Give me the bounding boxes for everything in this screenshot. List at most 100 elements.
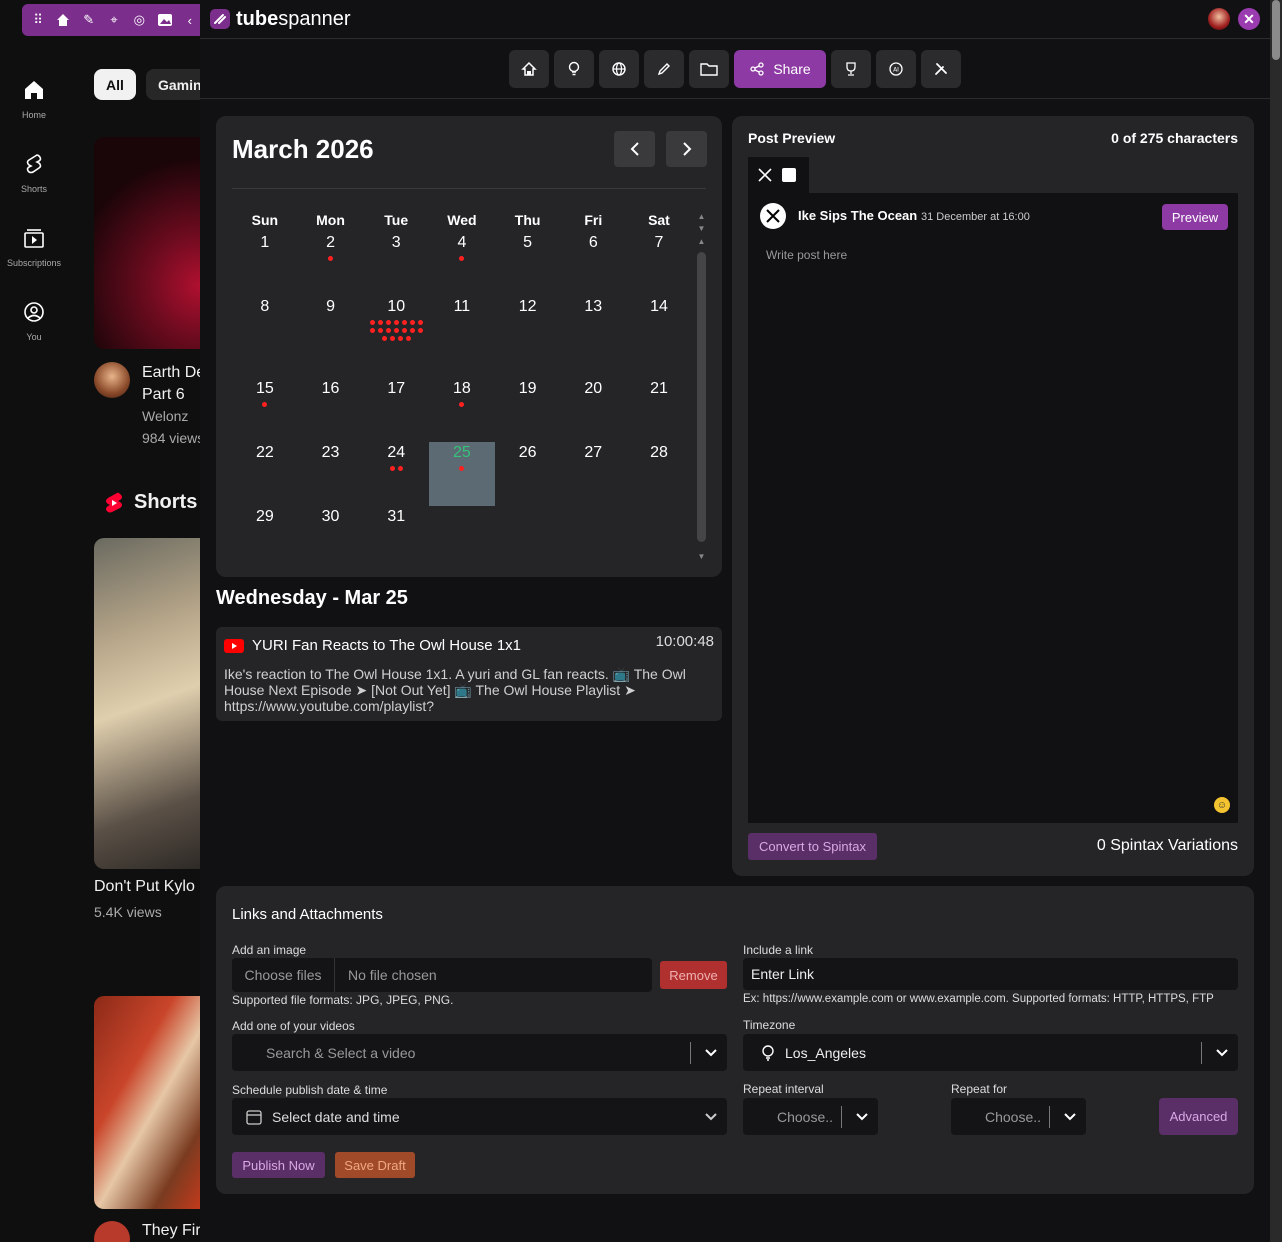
calendar-day[interactable]: 26 [495, 442, 561, 506]
image-icon[interactable] [154, 9, 174, 31]
link-input[interactable]: Enter Link [743, 958, 1238, 990]
calendar-day[interactable]: 12 [495, 296, 561, 378]
calendar-day[interactable]: 16 [298, 378, 364, 442]
nav-ai-button[interactable]: AI [876, 49, 916, 88]
calendar-day[interactable]: 14 [626, 296, 692, 378]
scheduled-event-card[interactable]: YURI Fan Reacts to The Owl House 1x1 10:… [216, 627, 722, 721]
calendar-day[interactable]: 17 [363, 378, 429, 442]
scroll-up-icon[interactable]: ▲ [697, 237, 706, 246]
calendar-day[interactable]: 1 [232, 232, 298, 296]
cursor-icon[interactable]: ⌖ [104, 9, 124, 31]
repeat-interval-select[interactable]: Choose.. [743, 1098, 878, 1135]
nav-share-button[interactable]: Share [734, 49, 826, 88]
schedule-datetime-select[interactable]: Select date and time [232, 1098, 727, 1135]
calendar-day[interactable]: 24 [363, 442, 429, 506]
day-number: 30 [321, 508, 340, 525]
chip-gaming[interactable]: Gamin [146, 69, 206, 100]
emoji-icon[interactable]: ☺ [1214, 797, 1230, 813]
user-avatar[interactable] [1208, 8, 1230, 30]
calendar-day[interactable]: 2 [298, 232, 364, 296]
save-draft-button[interactable]: Save Draft [335, 1152, 415, 1178]
calendar-day[interactable]: 10 [363, 296, 429, 378]
svg-text:AI: AI [893, 66, 899, 73]
calendar-scrollbar[interactable]: ▲ ▼ ▲ ▼ [697, 212, 706, 562]
calendar-day[interactable]: 21 [626, 378, 692, 442]
video-title-line: Earth De [142, 364, 202, 381]
calendar-day[interactable]: 4 [429, 232, 495, 296]
post-text-placeholder[interactable]: Write post here [766, 248, 847, 262]
timezone-select[interactable]: Los_Angeles [743, 1034, 1238, 1071]
calendar-next-button[interactable] [666, 131, 707, 167]
nav-folder-button[interactable] [689, 49, 729, 88]
post-editor[interactable]: Ike Sips The Ocean 31 December at 16:00 … [748, 193, 1238, 823]
calendar-day[interactable]: 8 [232, 296, 298, 378]
calendar-day[interactable]: 9 [298, 296, 364, 378]
channel-avatar[interactable] [94, 362, 130, 398]
calendar-day[interactable]: 22 [232, 442, 298, 506]
grid-icon[interactable]: ⠿ [28, 9, 48, 31]
sidebar-item-shorts[interactable]: Shorts [0, 146, 68, 220]
publish-now-button[interactable]: Publish Now [232, 1152, 325, 1178]
target-icon[interactable]: ◎ [129, 9, 149, 31]
calendar-day[interactable]: 27 [560, 442, 626, 506]
calendar-day[interactable]: 19 [495, 378, 561, 442]
video-select[interactable]: Search & Select a video [232, 1034, 727, 1071]
nav-tools-button[interactable] [921, 49, 961, 88]
platform-checkbox[interactable] [782, 168, 796, 182]
calendar-day[interactable]: 23 [298, 442, 364, 506]
calendar-prev-button[interactable] [614, 131, 655, 167]
day-number: 17 [387, 380, 406, 397]
calendar-day[interactable]: 13 [560, 296, 626, 378]
calendar-day[interactable]: 31 [363, 506, 429, 566]
channel-avatar[interactable] [94, 1221, 130, 1242]
calendar-day[interactable]: 29 [232, 506, 298, 566]
home-icon[interactable] [53, 9, 73, 31]
page-scrollbar[interactable] [1270, 0, 1282, 1242]
calendar-day[interactable]: 20 [560, 378, 626, 442]
nav-globe-button[interactable] [599, 49, 639, 88]
calendar-day[interactable]: 15 [232, 378, 298, 442]
remove-image-button[interactable]: Remove [660, 961, 727, 989]
image-file-input[interactable]: Choose files No file chosen [232, 958, 652, 992]
nav-home-button[interactable] [509, 49, 549, 88]
shorts-heading: Shorts [104, 491, 197, 514]
choose-files-button[interactable]: Choose files [232, 958, 335, 992]
close-button[interactable]: ✕ [1238, 8, 1260, 30]
nav-trophy-button[interactable] [831, 49, 871, 88]
calendar-day[interactable]: 7 [626, 232, 692, 296]
sidebar-item-subscriptions[interactable]: Subscriptions [0, 220, 68, 294]
calendar-day[interactable]: 6 [560, 232, 626, 296]
nav-share-label: Share [773, 60, 811, 77]
nav-write-button[interactable] [644, 49, 684, 88]
video-thumbnail[interactable] [94, 137, 200, 349]
short-thumbnail[interactable] [94, 996, 200, 1209]
calendar-day[interactable]: 30 [298, 506, 364, 566]
sidebar-item-home[interactable]: Home [0, 72, 68, 146]
scroll-down-icon[interactable]: ▼ [697, 552, 706, 561]
nav-ideas-button[interactable] [554, 49, 594, 88]
calendar-day[interactable]: 5 [495, 232, 561, 296]
scroll-up-icon[interactable]: ▲ [697, 212, 706, 221]
calendar-day[interactable]: 18 [429, 378, 495, 442]
video-title[interactable]: Earth De Part 6 [142, 362, 202, 406]
advanced-button[interactable]: Advanced [1159, 1098, 1238, 1135]
repeat-for-select[interactable]: Choose.. [951, 1098, 1086, 1135]
short-thumbnail[interactable] [94, 538, 200, 869]
calendar-day[interactable]: 28 [626, 442, 692, 506]
channel-name[interactable]: Welonz [142, 408, 202, 424]
scrollbar-thumb[interactable] [1272, 0, 1280, 60]
convert-to-spintax-button[interactable]: Convert to Spintax [748, 833, 877, 860]
sidebar-item-you[interactable]: You [0, 294, 68, 368]
video-title[interactable]: They Fir [142, 1222, 202, 1240]
short-title[interactable]: Don't Put Kylo i [94, 878, 202, 896]
calendar-day[interactable]: 25 [429, 442, 495, 506]
chevron-left-icon[interactable]: ‹ [180, 9, 200, 31]
calendar-day[interactable]: 3 [363, 232, 429, 296]
calendar-day[interactable]: 11 [429, 296, 495, 378]
chip-all[interactable]: All [94, 69, 136, 100]
preview-button[interactable]: Preview [1162, 204, 1228, 230]
scroll-down-icon[interactable]: ▼ [697, 224, 706, 233]
platform-tab-x[interactable] [748, 157, 809, 193]
scrollbar-thumb[interactable] [697, 252, 706, 542]
pen-icon[interactable]: ✎ [79, 9, 99, 31]
